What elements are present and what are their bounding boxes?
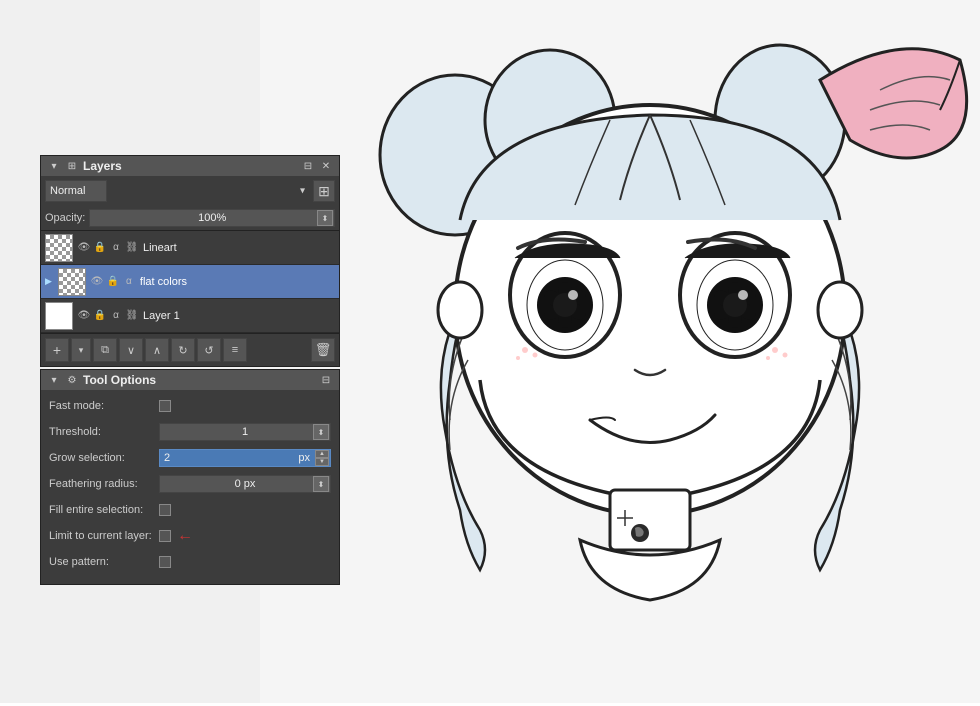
titlebar-icons: ⊟ ✕ bbox=[301, 159, 333, 173]
fill-entire-row: Fill entire selection: bbox=[49, 500, 331, 520]
layer-properties-btn[interactable]: ≡ bbox=[223, 338, 247, 362]
opacity-scroll[interactable]: ⬍ bbox=[317, 210, 333, 226]
flatten-btn[interactable]: ↺ bbox=[197, 338, 221, 362]
tool-icon: ⚙ bbox=[65, 373, 79, 387]
threshold-value: 1 bbox=[160, 426, 330, 438]
opacity-label: Opacity: bbox=[45, 212, 85, 224]
arrow-indicator: ← bbox=[177, 527, 193, 545]
move-layer-down-btn[interactable]: ∨ bbox=[119, 338, 143, 362]
alpha-icon-2[interactable]: α bbox=[122, 276, 136, 287]
layer-item-flat-colors[interactable]: ▶ 👁 🔒 α flat colors bbox=[41, 265, 339, 299]
collapse-icon: ▾ bbox=[47, 159, 61, 173]
threshold-label: Threshold: bbox=[49, 426, 159, 438]
fill-entire-checkbox[interactable] bbox=[159, 504, 171, 516]
layer-icons-layer1: 👁 🔒 α ⛓ bbox=[77, 310, 139, 321]
delete-layer-btn[interactable]: 🗑 bbox=[311, 338, 335, 362]
character-illustration bbox=[260, 0, 980, 703]
blend-mode-wrapper: Normal Multiply Screen bbox=[45, 180, 309, 202]
limit-layer-row: Limit to current layer: ← bbox=[49, 526, 331, 546]
layer-name-flat-colors: flat colors bbox=[140, 276, 335, 288]
opacity-value: 100% bbox=[90, 212, 334, 224]
feathering-slider[interactable]: 0 px ⬍ bbox=[159, 475, 331, 493]
tool-options-title: Tool Options bbox=[83, 373, 156, 387]
merge-down-btn[interactable]: ↻ bbox=[171, 338, 195, 362]
eye-icon-3[interactable]: 👁 bbox=[77, 310, 91, 321]
tool-options-titlebar[interactable]: ▾ ⚙ Tool Options ⊟ bbox=[41, 370, 339, 390]
move-layer-up-btn[interactable]: ∧ bbox=[145, 338, 169, 362]
link-icon[interactable]: ⛓ bbox=[125, 242, 139, 253]
layer-thumb-layer1 bbox=[45, 302, 73, 330]
tool-options-panel: ▾ ⚙ Tool Options ⊟ Fast mode: Threshold: bbox=[40, 369, 340, 585]
opacity-slider[interactable]: 100% ⬍ bbox=[89, 209, 335, 227]
feathering-scroll[interactable]: ⬍ bbox=[313, 476, 329, 492]
fast-mode-row: Fast mode: bbox=[49, 396, 331, 416]
tool-options-content: Fast mode: Threshold: 1 ⬍ Grow selection… bbox=[41, 390, 339, 584]
blend-mode-select[interactable]: Normal Multiply Screen bbox=[45, 180, 107, 202]
layer-icons-lineart: 👁 🔒 α ⛓ bbox=[77, 242, 139, 253]
layer-toolbar: + ▾ ⧉ ∨ ∧ ↻ ↺ ≡ 🗑 bbox=[41, 333, 339, 366]
use-pattern-checkbox[interactable] bbox=[159, 556, 171, 568]
selected-arrow: ▶ bbox=[45, 276, 52, 287]
grow-selection-label: Grow selection: bbox=[49, 452, 159, 464]
layer-item-layer1[interactable]: 👁 🔒 α ⛓ Layer 1 bbox=[41, 299, 339, 333]
grow-value: 2 bbox=[164, 452, 170, 464]
limit-layer-label: Limit to current layer: bbox=[49, 530, 159, 542]
grow-unit: px bbox=[298, 452, 310, 464]
layer-item-lineart[interactable]: 👁 🔒 α ⛓ Lineart bbox=[41, 231, 339, 265]
channels-button[interactable]: ⊞ bbox=[313, 180, 335, 202]
limit-layer-checkbox[interactable] bbox=[159, 530, 171, 542]
grow-spin-down[interactable]: ▼ bbox=[315, 458, 329, 466]
configure-icon-2[interactable]: ⊟ bbox=[319, 373, 333, 387]
threshold-row: Threshold: 1 ⬍ bbox=[49, 422, 331, 442]
layers-panel: ▾ ⊞ Layers ⊟ ✕ Normal Multiply Screen bbox=[40, 155, 340, 367]
titlebar-left: ▾ ⊞ Layers bbox=[47, 159, 122, 173]
grow-spin: ▲ ▼ bbox=[315, 450, 329, 466]
layer-list: 👁 🔒 α ⛓ Lineart ▶ 👁 🔒 α bbox=[41, 230, 339, 333]
tool-options-titlebar-left: ▾ ⚙ Tool Options bbox=[47, 373, 156, 387]
threshold-scroll[interactable]: ⬍ bbox=[313, 424, 329, 440]
add-layer-btn[interactable]: + bbox=[45, 338, 69, 362]
canvas-area: ▾ ⊞ Layers ⊟ ✕ Normal Multiply Screen bbox=[0, 0, 980, 703]
layer-icons-flat-colors: 👁 🔒 α bbox=[90, 276, 136, 287]
grow-selection-slider[interactable]: 2 px ▲ ▼ bbox=[159, 449, 331, 467]
feathering-value: 0 px bbox=[160, 478, 330, 490]
feathering-label: Feathering radius: bbox=[49, 478, 159, 490]
feathering-row: Feathering radius: 0 px ⬍ bbox=[49, 474, 331, 494]
fill-entire-label: Fill entire selection: bbox=[49, 504, 159, 516]
eye-icon[interactable]: 👁 bbox=[77, 242, 91, 253]
eye-icon-2[interactable]: 👁 bbox=[90, 276, 104, 287]
layer-thumb-lineart bbox=[45, 234, 73, 262]
fast-mode-label: Fast mode: bbox=[49, 400, 159, 412]
duplicate-layer-btn[interactable]: ⧉ bbox=[93, 338, 117, 362]
fast-mode-checkbox[interactable] bbox=[159, 400, 171, 412]
grow-spin-up[interactable]: ▲ bbox=[315, 450, 329, 458]
layer-name-layer1: Layer 1 bbox=[143, 310, 335, 322]
threshold-slider[interactable]: 1 ⬍ bbox=[159, 423, 331, 441]
layer-thumb-flat-colors bbox=[58, 268, 86, 296]
opacity-row: Opacity: 100% ⬍ bbox=[41, 206, 339, 230]
lock-icon-3[interactable]: 🔒 bbox=[93, 310, 107, 321]
alpha-icon[interactable]: α bbox=[109, 242, 123, 253]
link-icon-3[interactable]: ⛓ bbox=[125, 310, 139, 321]
tool-options-titlebar-icons: ⊟ bbox=[319, 373, 333, 387]
layers-titlebar[interactable]: ▾ ⊞ Layers ⊟ ✕ bbox=[41, 156, 339, 176]
use-pattern-row: Use pattern: bbox=[49, 552, 331, 572]
layers-icon: ⊞ bbox=[65, 159, 79, 173]
layers-title: Layers bbox=[83, 159, 122, 173]
add-layer-dropdown[interactable]: ▾ bbox=[71, 338, 91, 362]
layers-controls: Normal Multiply Screen ⊞ bbox=[41, 176, 339, 206]
close-icon[interactable]: ✕ bbox=[319, 159, 333, 173]
lock-icon[interactable]: 🔒 bbox=[93, 242, 107, 253]
lock-icon-2[interactable]: 🔒 bbox=[106, 276, 120, 287]
collapse-icon-2: ▾ bbox=[47, 373, 61, 387]
configure-icon[interactable]: ⊟ bbox=[301, 159, 315, 173]
alpha-icon-3[interactable]: α bbox=[109, 310, 123, 321]
use-pattern-label: Use pattern: bbox=[49, 556, 159, 568]
panels-container: ▾ ⊞ Layers ⊟ ✕ Normal Multiply Screen bbox=[40, 155, 340, 587]
grow-selection-row: Grow selection: 2 px ▲ ▼ bbox=[49, 448, 331, 468]
layer-name-lineart: Lineart bbox=[143, 242, 335, 254]
